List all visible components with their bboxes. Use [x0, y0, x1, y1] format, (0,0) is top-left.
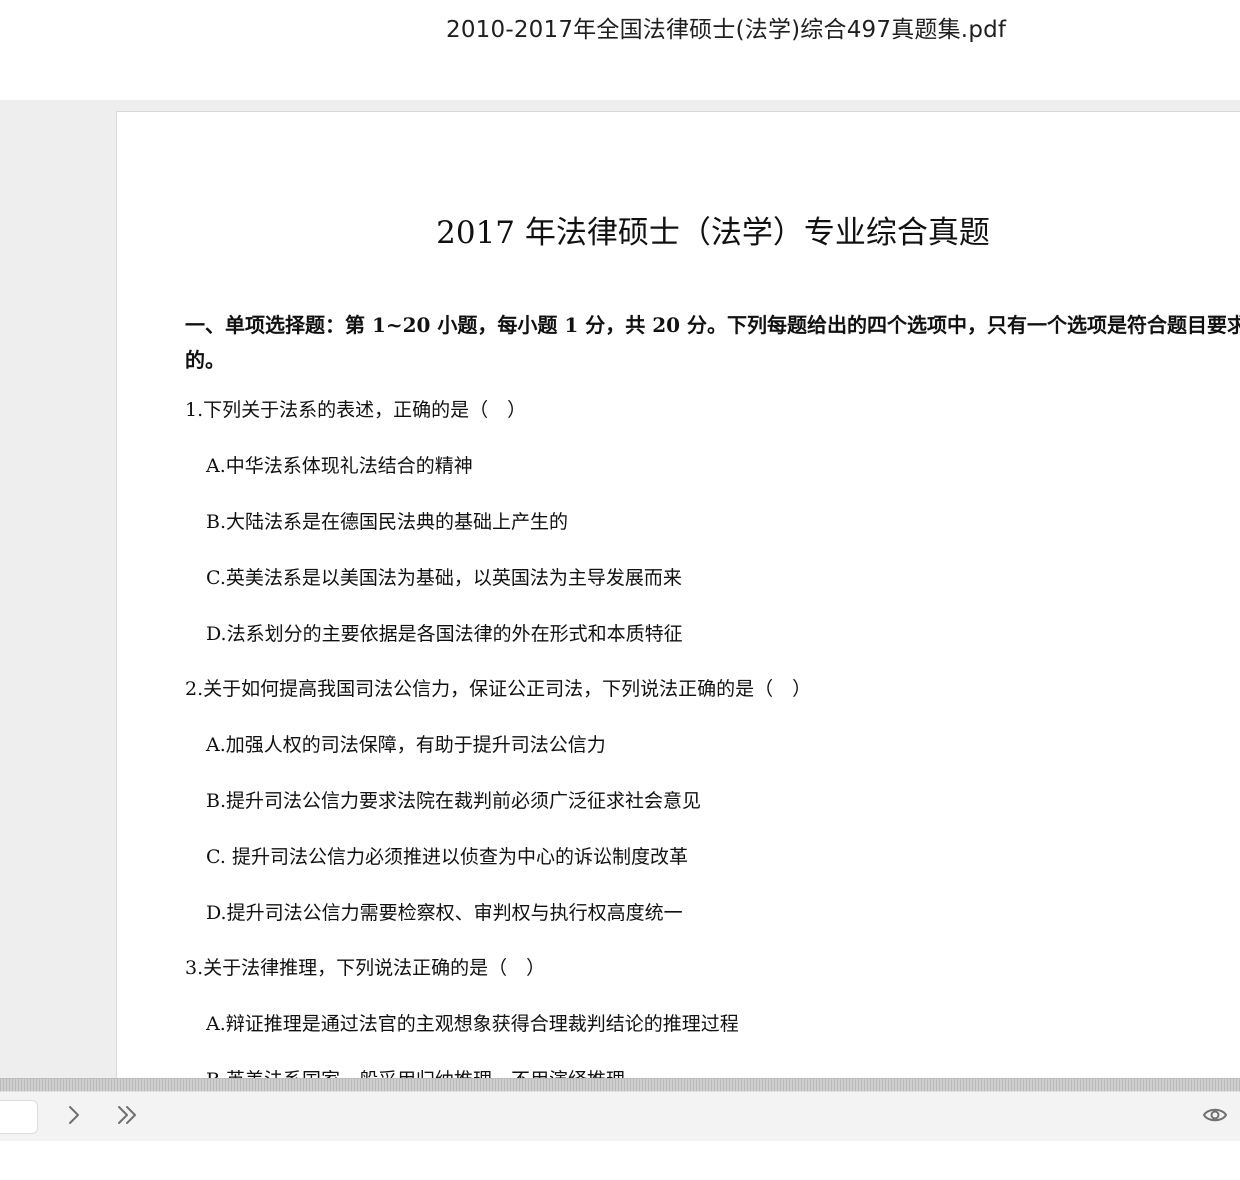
page-number-input[interactable] [0, 1100, 38, 1134]
section-heading: 一、单项选择题：第 1~20 小题，每小题 1 分，共 20 分。下列每题给出的… [185, 313, 1240, 372]
document-title: 2017 年法律硕士（法学）专业综合真题 [436, 215, 990, 251]
question-2-option-b: B.提升司法公信力要求法院在裁判前必须广泛征求社会意见 [206, 790, 702, 812]
chevron-right-icon [66, 1104, 82, 1131]
question-3-option-a: A.辩证推理是通过法官的主观想象获得合理裁判结论的推理过程 [206, 1013, 739, 1035]
question-2-option-c: C. 提升司法公信力必须推进以侦查为中心的诉讼制度改革 [206, 846, 688, 868]
question-2-stem: 2.关于如何提高我国司法公信力，保证公正司法，下列说法正确的是（ ） [185, 678, 812, 700]
double-chevron-right-icon [114, 1104, 140, 1131]
page-navigation-toolbar [0, 1091, 1240, 1142]
horizontal-scrollbar[interactable] [0, 1078, 1240, 1092]
question-1-option-d: D.法系划分的主要依据是各国法律的外在形式和本质特征 [206, 623, 683, 645]
question-1-stem: 1.下列关于法系的表述，正确的是（ ） [185, 399, 527, 421]
question-3-stem: 3.关于法律推理，下列说法正确的是（ ） [185, 957, 546, 979]
file-title: 2010-2017年全国法律硕士(法学)综合497真题集.pdf [446, 17, 1007, 43]
title-bar: 2010-2017年全国法律硕士(法学)综合497真题集.pdf [0, 0, 1240, 100]
pdf-page: 2017 年法律硕士（法学）专业综合真题 一、单项选择题：第 1~20 小题，每… [116, 111, 1240, 1078]
question-1-option-a: A.中华法系体现礼法结合的精神 [206, 455, 473, 477]
question-2-option-d: D.提升司法公信力需要检察权、审判权与执行权高度统一 [206, 902, 683, 924]
question-1-option-c: C.英美法系是以美国法为基础，以英国法为主导发展而来 [206, 567, 682, 589]
question-1-option-b: B.大陆法系是在德国民法典的基础上产生的 [206, 511, 569, 533]
question-2-option-a: A.加强人权的司法保障，有助于提升司法公信力 [206, 734, 606, 756]
next-page-button[interactable] [58, 1102, 90, 1132]
bottom-margin [0, 1141, 1240, 1180]
eye-icon [1202, 1106, 1228, 1129]
question-3-option-b: B.英美法系国家一般采用归纳推理，不用演绎推理 [206, 1068, 625, 1078]
last-page-button[interactable] [111, 1102, 143, 1132]
view-mode-button[interactable] [1199, 1102, 1231, 1132]
document-viewer[interactable]: 2017 年法律硕士（法学）专业综合真题 一、单项选择题：第 1~20 小题，每… [0, 100, 1240, 1078]
